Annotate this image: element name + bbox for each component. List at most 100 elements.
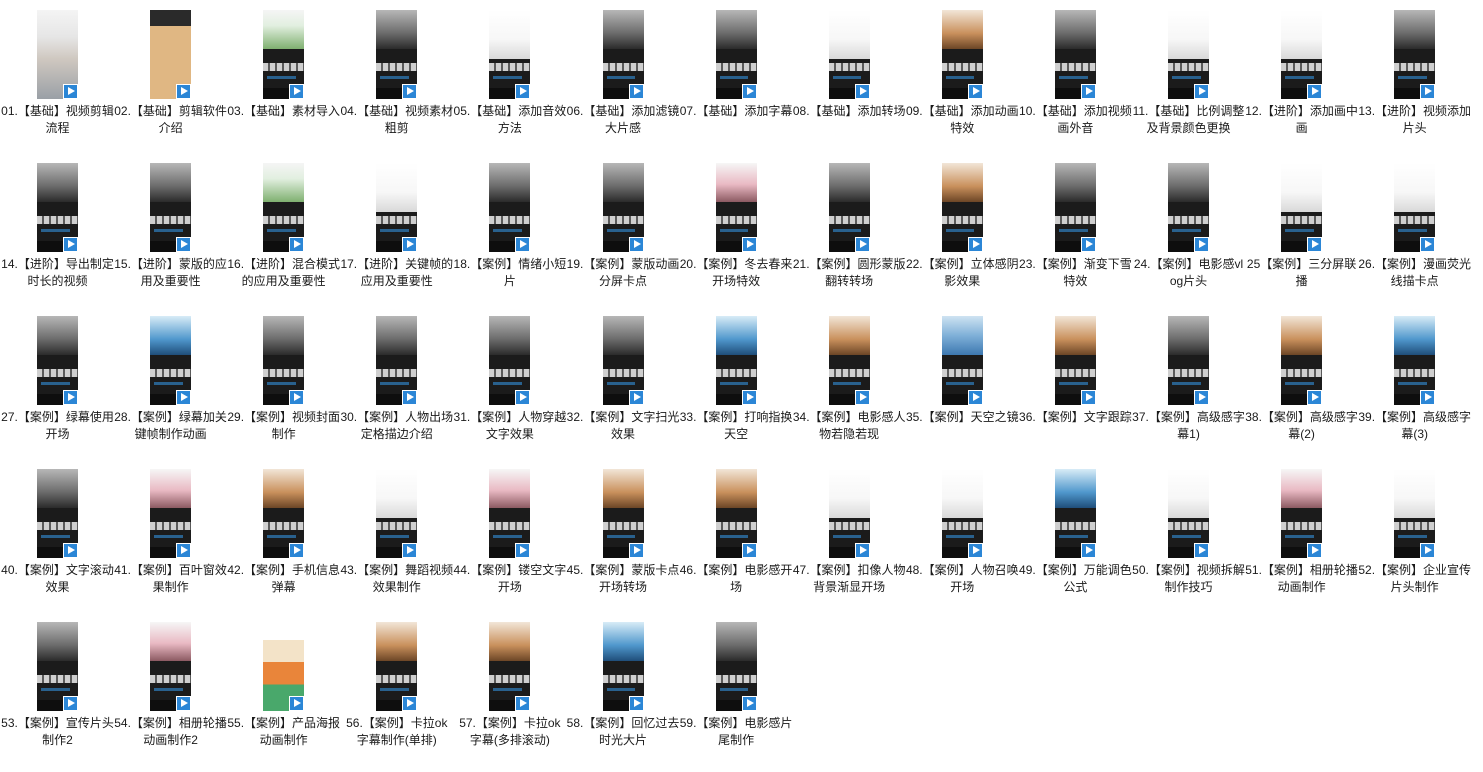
video-thumbnail[interactable] — [602, 469, 644, 558]
file-item[interactable]: 18.【案例】情绪小短片 — [453, 153, 566, 306]
file-item[interactable]: 13.【进阶】视频添加片头 — [1358, 0, 1471, 153]
file-item[interactable]: 45.【案例】蒙版卡点开场转场 — [567, 459, 680, 612]
file-item[interactable]: 46.【案例】电影感开场 — [680, 459, 793, 612]
file-item[interactable]: 43.【案例】舞蹈视频效果制作 — [340, 459, 453, 612]
video-thumbnail[interactable] — [1168, 10, 1209, 99]
video-thumbnail[interactable] — [1054, 10, 1096, 99]
file-item[interactable]: 19.【案例】蒙版动画分屏卡点 — [567, 153, 680, 306]
file-item[interactable]: 37.【案例】高级感字幕1) — [1132, 306, 1245, 459]
file-item[interactable]: 24.【案例】电影感vlog片头 — [1132, 153, 1245, 306]
video-thumbnail[interactable] — [602, 622, 644, 711]
video-thumbnail[interactable] — [828, 469, 870, 558]
file-item[interactable]: 31.【案例】人物穿越文字效果 — [453, 306, 566, 459]
file-item[interactable]: 47.【案例】扣像人物背景渐显开场 — [793, 459, 906, 612]
file-item[interactable]: 56.【案例】卡拉ok字幕制作(单排) — [340, 612, 453, 765]
file-item[interactable]: 09.【基础】添加动画特效 — [906, 0, 1019, 153]
file-item[interactable]: 15.【进阶】蒙版的应用及重要性 — [114, 153, 227, 306]
file-item[interactable]: 55.【案例】产品海报动画制作 — [227, 612, 340, 765]
video-thumbnail[interactable] — [150, 469, 192, 558]
file-item[interactable]: 17.【进阶】关键帧的应用及重要性 — [340, 153, 453, 306]
video-thumbnail[interactable] — [715, 10, 757, 99]
file-item[interactable]: 29.【案例】视频封面制作 — [227, 306, 340, 459]
video-thumbnail[interactable] — [489, 163, 531, 252]
file-item[interactable]: 22.【案例】立体感阴影效果 — [906, 153, 1019, 306]
video-thumbnail[interactable] — [1168, 469, 1209, 558]
file-item[interactable]: 49.【案例】万能调色公式 — [1019, 459, 1132, 612]
video-thumbnail[interactable] — [263, 469, 305, 558]
file-item[interactable]: 04.【基础】视频素材粗剪 — [340, 0, 453, 153]
file-item[interactable]: 59.【案例】电影感片尾制作 — [680, 612, 793, 765]
video-thumbnail[interactable] — [715, 622, 757, 711]
file-item[interactable]: 53.【案例】宣传片头制作2 — [1, 612, 114, 765]
video-thumbnail[interactable] — [1394, 469, 1436, 558]
video-thumbnail[interactable] — [1281, 163, 1323, 252]
file-item[interactable]: 36.【案例】文字跟踪 — [1019, 306, 1132, 459]
video-thumbnail[interactable] — [1168, 163, 1209, 252]
video-thumbnail[interactable] — [602, 163, 644, 252]
file-item[interactable]: 35.【案例】天空之镜 — [906, 306, 1019, 459]
video-thumbnail[interactable] — [1281, 316, 1323, 405]
video-thumbnail[interactable] — [602, 10, 644, 99]
video-thumbnail[interactable] — [715, 469, 757, 558]
file-item[interactable]: 07.【基础】添加字幕 — [680, 0, 793, 153]
file-item[interactable]: 27.【案例】绿幕使用开场 — [1, 306, 114, 459]
file-item[interactable]: 11.【基础】比例调整及背景颜色更换 — [1132, 0, 1245, 153]
video-thumbnail[interactable] — [602, 316, 644, 405]
video-thumbnail[interactable] — [263, 163, 305, 252]
video-thumbnail[interactable] — [1054, 163, 1096, 252]
file-item[interactable]: 14.【进阶】导出制定时长的视频 — [1, 153, 114, 306]
video-thumbnail[interactable] — [941, 469, 983, 558]
file-item[interactable]: 21.【案例】圆形蒙版翻转转场 — [793, 153, 906, 306]
video-thumbnail[interactable] — [376, 163, 418, 252]
video-thumbnail[interactable] — [828, 10, 870, 99]
file-item[interactable]: 57.【案例】卡拉ok字幕(多排滚动) — [453, 612, 566, 765]
video-thumbnail[interactable] — [1281, 10, 1323, 99]
video-thumbnail[interactable] — [376, 469, 418, 558]
video-thumbnail[interactable] — [376, 622, 418, 711]
video-thumbnail[interactable] — [263, 316, 305, 405]
file-item[interactable]: 10.【基础】添加视频画外音 — [1019, 0, 1132, 153]
video-thumbnail[interactable] — [489, 469, 531, 558]
file-item[interactable]: 52.【案例】企业宣传片头制作 — [1358, 459, 1471, 612]
file-item[interactable]: 51.【案例】相册轮播动画制作 — [1245, 459, 1358, 612]
video-thumbnail[interactable] — [1054, 316, 1096, 405]
file-item[interactable]: 30.【案例】人物出场定格描边介绍 — [340, 306, 453, 459]
file-item[interactable]: 39.【案例】高级感字幕(3) — [1358, 306, 1471, 459]
video-thumbnail[interactable] — [263, 10, 305, 99]
file-item[interactable]: 16.【进阶】混合模式的应用及重要性 — [227, 153, 340, 306]
file-item[interactable]: 06.【基础】添加滤镜大片感 — [567, 0, 680, 153]
file-item[interactable]: 41.【案例】百叶窗效果制作 — [114, 459, 227, 612]
file-item[interactable]: 50.【案例】视频拆解制作技巧 — [1132, 459, 1245, 612]
video-thumbnail[interactable] — [150, 316, 192, 405]
video-thumbnail[interactable] — [828, 163, 870, 252]
video-thumbnail[interactable] — [376, 316, 418, 405]
file-item[interactable]: 26.【案例】漫画荧光线描卡点 — [1358, 153, 1471, 306]
video-thumbnail[interactable] — [1394, 163, 1436, 252]
video-thumbnail[interactable] — [37, 469, 78, 558]
video-thumbnail[interactable] — [1394, 10, 1436, 99]
file-item[interactable]: 28.【案例】绿幕加关键帧制作动画 — [114, 306, 227, 459]
video-thumbnail[interactable] — [715, 163, 757, 252]
file-item[interactable]: 58.【案例】回忆过去时光大片 — [567, 612, 680, 765]
video-thumbnail[interactable] — [1054, 469, 1096, 558]
video-thumbnail[interactable] — [376, 10, 418, 99]
video-thumbnail[interactable] — [1168, 316, 1209, 405]
video-thumbnail[interactable] — [1281, 469, 1323, 558]
file-item[interactable]: 32.【案例】文字扫光效果 — [567, 306, 680, 459]
file-item[interactable]: 12.【进阶】添加画中画 — [1245, 0, 1358, 153]
video-thumbnail[interactable] — [150, 10, 192, 99]
video-thumbnail[interactable] — [489, 622, 531, 711]
video-thumbnail[interactable] — [37, 622, 78, 711]
video-thumbnail[interactable] — [1394, 316, 1436, 405]
file-item[interactable]: 20.【案例】冬去春来开场特效 — [680, 153, 793, 306]
file-item[interactable]: 33.【案例】打响指换天空 — [680, 306, 793, 459]
video-thumbnail[interactable] — [941, 316, 983, 405]
file-item[interactable]: 23.【案例】渐变下雪特效 — [1019, 153, 1132, 306]
file-item[interactable]: 40.【案例】文字滚动效果 — [1, 459, 114, 612]
file-item[interactable]: 54.【案例】相册轮播动画制作2 — [114, 612, 227, 765]
file-item[interactable]: 08.【基础】添加转场 — [793, 0, 906, 153]
video-thumbnail[interactable] — [37, 316, 78, 405]
video-thumbnail[interactable] — [263, 622, 305, 711]
video-thumbnail[interactable] — [715, 316, 757, 405]
file-item[interactable]: 02.【基础】剪辑软件介绍 — [114, 0, 227, 153]
